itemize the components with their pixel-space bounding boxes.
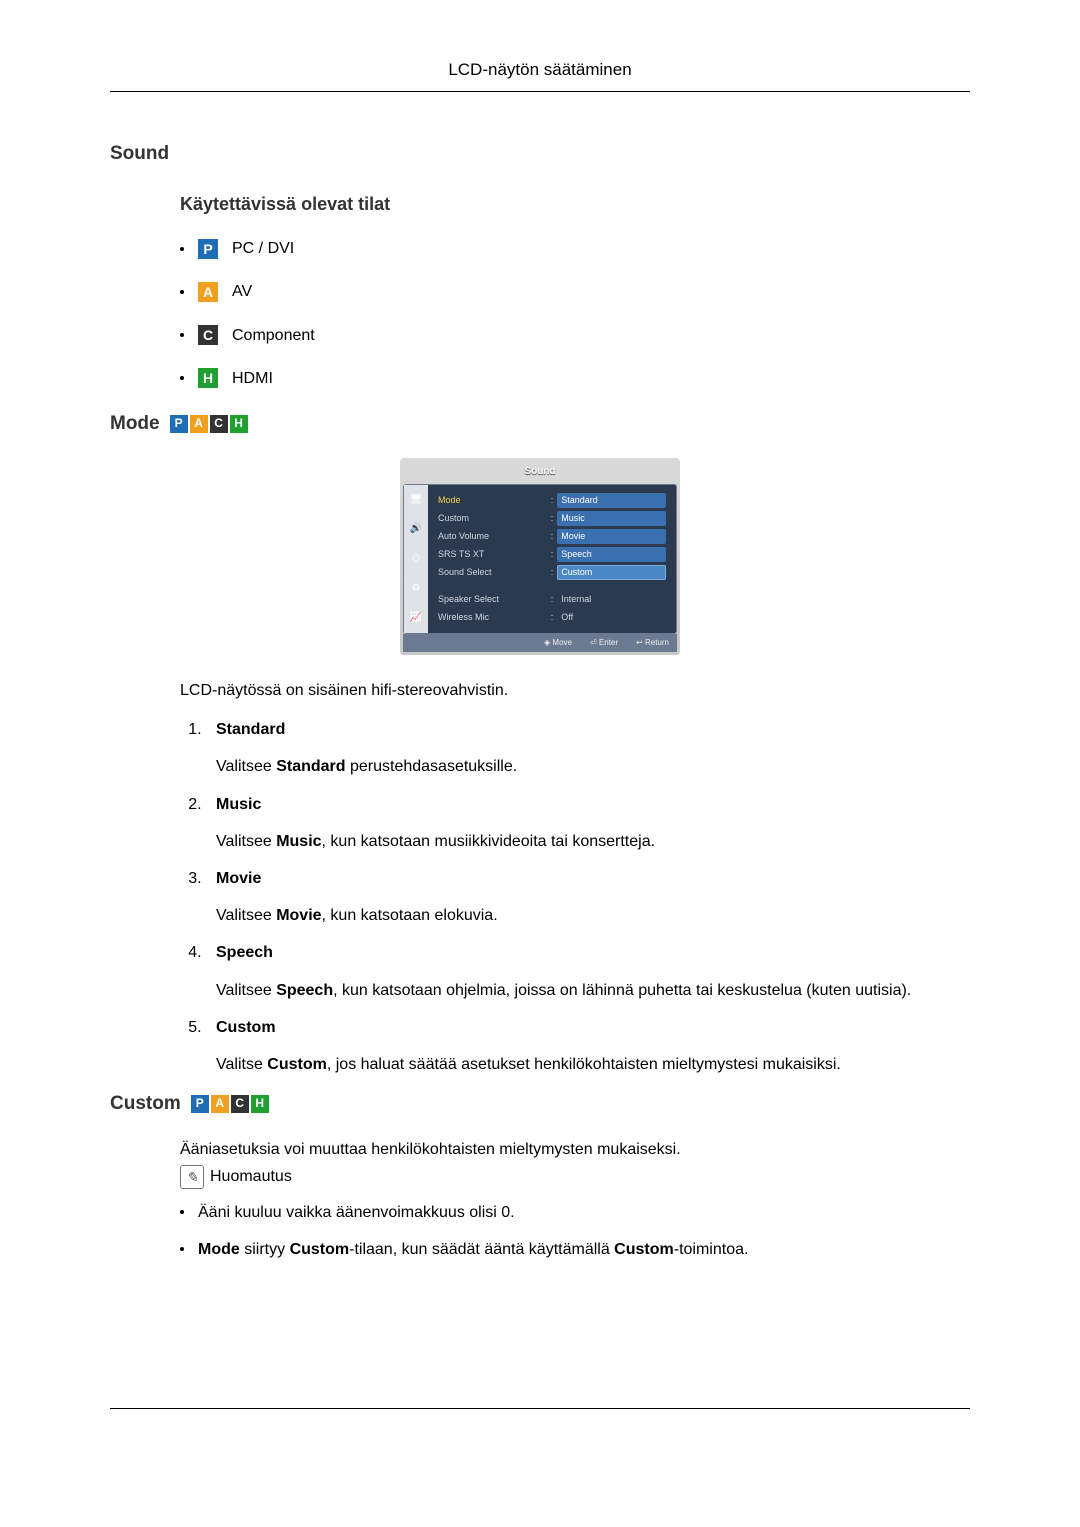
option-title: Standard (216, 718, 970, 741)
bottom-rule (110, 1408, 970, 1409)
osd-separator: : (547, 512, 558, 525)
note-row: ✎ Huomautus (180, 1165, 970, 1189)
osd-menu-label: Speaker Select (438, 593, 547, 606)
bullet-icon (180, 247, 184, 251)
mode-icon-strip: PACH (170, 415, 248, 433)
mode-option: Speech Valitsee Speech, kun katsotaan oh… (206, 941, 970, 1001)
osd-menu-value: Speech (557, 547, 666, 562)
note-item: Mode siirtyy Custom-tilaan, kun säädät ä… (180, 1238, 970, 1261)
available-modes-list: P PC / DVI A AV C Component H HDMI (180, 237, 970, 390)
bullet-icon (180, 1247, 184, 1251)
mode-heading-row: Mode PACH (110, 410, 970, 438)
option-title: Speech (216, 941, 970, 964)
osd-menu-value: Custom (557, 565, 666, 580)
mode-item: P PC / DVI (180, 237, 970, 260)
mode-item: C Component (180, 324, 970, 347)
custom-icon-strip: PACH (191, 1095, 269, 1113)
source-icon: C (210, 415, 228, 433)
osd-menu-label: SRS TS XT (438, 548, 547, 561)
source-icon: C (231, 1095, 249, 1113)
osd-menu-value: Music (557, 511, 666, 526)
osd-hint-move: Move (544, 637, 572, 649)
source-icon: A (190, 415, 208, 433)
osd-nav-icon: ⚙ (404, 574, 428, 604)
bullet-icon (180, 376, 184, 380)
osd-hint-enter: Enter (590, 637, 618, 649)
mode-item: A AV (180, 280, 970, 303)
note-text: Ääni kuuluu vaikka äänenvoimakkuus olisi… (198, 1201, 515, 1224)
note-label: Huomautus (210, 1165, 292, 1188)
note-text: Mode siirtyy Custom-tilaan, kun säädät ä… (198, 1238, 748, 1261)
osd-nav-icon: ⏱ (404, 544, 428, 574)
osd-screenshot: Sound 🖥 🔊 ⏱ ⚙ 📈 Mode:StandardCustom:Musi… (400, 458, 680, 655)
osd-separator: : (547, 611, 558, 624)
mode-item-label: PC / DVI (232, 237, 294, 260)
available-modes-heading: Käytettävissä olevat tilat (180, 191, 970, 217)
osd-separator: : (547, 593, 558, 606)
option-description: Valitsee Music, kun katsotaan musiikkivi… (216, 830, 970, 853)
osd-menu-label: Mode (438, 494, 547, 507)
option-description: Valitsee Movie, kun katsotaan elokuvia. (216, 904, 970, 927)
osd-title: Sound (403, 461, 677, 485)
option-title: Movie (216, 867, 970, 890)
osd-separator: : (547, 566, 558, 579)
mode-source-icon: P (198, 239, 218, 259)
osd-separator: : (547, 530, 558, 543)
osd-menu-label: Sound Select (438, 566, 547, 579)
option-description: Valitse Custom, jos haluat säätää asetuk… (216, 1053, 970, 1076)
osd-separator: : (547, 548, 558, 561)
osd-menu-value: Standard (557, 493, 666, 508)
bullet-icon (180, 333, 184, 337)
source-icon: P (170, 415, 188, 433)
osd-nav-icon: 🖥 (404, 485, 428, 515)
option-description: Valitsee Speech, kun katsotaan ohjelmia,… (216, 979, 970, 1002)
notes-list: Ääni kuuluu vaikka äänenvoimakkuus olisi… (180, 1201, 970, 1261)
osd-menu-label: Auto Volume (438, 530, 547, 543)
mode-option: Music Valitsee Music, kun katsotaan musi… (206, 793, 970, 853)
page-header: LCD-näytön säätäminen (110, 58, 970, 92)
note-icon: ✎ (180, 1165, 204, 1189)
osd-hint-return: Return (636, 637, 669, 649)
mode-item-label: HDMI (232, 367, 273, 390)
source-icon: A (211, 1095, 229, 1113)
sound-heading: Sound (110, 140, 970, 168)
mode-intro: LCD-näytössä on sisäinen hifi-stereovahv… (180, 679, 970, 702)
custom-heading: Custom (110, 1090, 181, 1118)
option-title: Music (216, 793, 970, 816)
mode-heading: Mode (110, 410, 160, 438)
osd-menu-value: Internal (557, 592, 666, 607)
custom-intro: Ääniasetuksia voi muuttaa henkilökohtais… (180, 1138, 970, 1161)
osd-menu-label: Custom (438, 512, 547, 525)
mode-item-label: Component (232, 324, 315, 347)
mode-option: Standard Valitsee Standard perustehdasas… (206, 718, 970, 778)
mode-item: H HDMI (180, 367, 970, 390)
osd-separator: : (547, 494, 558, 507)
mode-option: Movie Valitsee Movie, kun katsotaan elok… (206, 867, 970, 927)
source-icon: H (251, 1095, 269, 1113)
osd-nav-icon: 🔊 (404, 515, 428, 545)
bullet-icon (180, 290, 184, 294)
mode-item-label: AV (232, 280, 252, 303)
option-title: Custom (216, 1016, 970, 1039)
option-description: Valitsee Standard perustehdasasetuksille… (216, 755, 970, 778)
source-icon: H (230, 415, 248, 433)
bullet-icon (180, 1210, 184, 1214)
osd-menu-value: Off (557, 610, 666, 625)
osd-menu-label: Wireless Mic (438, 611, 547, 624)
source-icon: P (191, 1095, 209, 1113)
note-item: Ääni kuuluu vaikka äänenvoimakkuus olisi… (180, 1201, 970, 1224)
mode-option: Custom Valitse Custom, jos haluat säätää… (206, 1016, 970, 1076)
osd-menu-value: Movie (557, 529, 666, 544)
osd-nav-icon: 📈 (404, 604, 428, 634)
mode-source-icon: H (198, 368, 218, 388)
custom-heading-row: Custom PACH (110, 1090, 970, 1118)
mode-source-icon: A (198, 282, 218, 302)
mode-source-icon: C (198, 325, 218, 345)
mode-options-list: Standard Valitsee Standard perustehdasas… (180, 718, 970, 1076)
